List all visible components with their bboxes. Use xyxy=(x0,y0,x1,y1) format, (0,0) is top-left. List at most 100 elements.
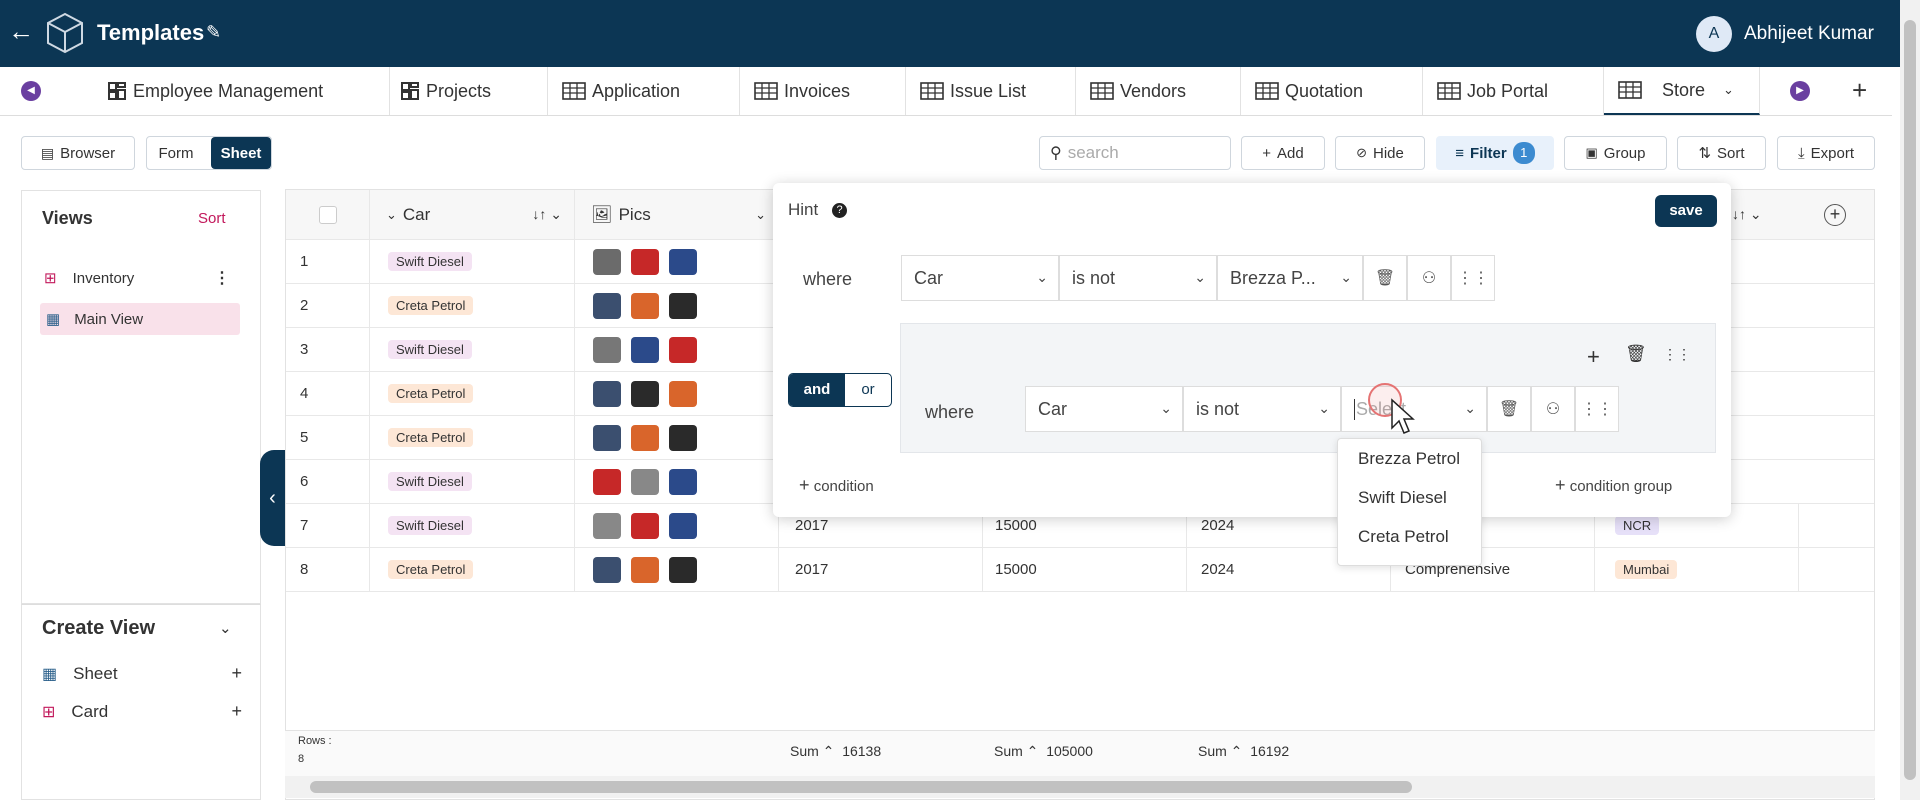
or-option[interactable]: or xyxy=(845,374,891,406)
option-brezza-petrol[interactable]: Brezza Petrol xyxy=(1338,439,1481,478)
more-vertical-icon[interactable]: ⋮ xyxy=(214,268,230,288)
car-cell[interactable]: Creta Petrol xyxy=(370,372,575,415)
plus-icon[interactable]: + xyxy=(231,663,242,684)
car-cell[interactable]: Swift Diesel xyxy=(370,240,575,283)
car-thumbnail[interactable] xyxy=(593,336,621,363)
car-thumbnail[interactable] xyxy=(669,292,697,319)
sheet-option[interactable]: Sheet xyxy=(211,137,271,169)
back-arrow-icon[interactable]: ← xyxy=(8,18,34,44)
tab-vendors[interactable]: Vendors xyxy=(1076,67,1241,115)
group-button[interactable]: ▣ Group xyxy=(1564,136,1667,170)
save-button[interactable]: save xyxy=(1655,195,1717,227)
operator-select-2[interactable]: is not ⌄ xyxy=(1183,386,1341,432)
add-tab-icon[interactable]: + xyxy=(1852,75,1867,106)
city-cell[interactable]: Mumbai xyxy=(1595,548,1799,591)
form-option[interactable]: Form xyxy=(147,145,205,162)
car-thumbnail[interactable] xyxy=(631,292,659,319)
tab-employee-management[interactable]: Employee Management xyxy=(97,67,390,115)
delete-icon[interactable]: 🗑 xyxy=(1625,344,1647,364)
tab-application[interactable]: Application xyxy=(548,67,740,115)
tabs-scroll-left-icon[interactable]: ◀ xyxy=(21,81,41,101)
pics-cell[interactable] xyxy=(575,372,779,415)
car-thumbnail[interactable] xyxy=(593,468,621,495)
car-thumbnail[interactable] xyxy=(593,248,621,275)
add-person-icon[interactable]: ⚇ xyxy=(1531,386,1575,432)
collapse-sidebar-handle[interactable]: ‹ xyxy=(260,450,285,546)
tab-store[interactable]: Store ⌄ xyxy=(1604,67,1760,115)
scrollbar-thumb[interactable] xyxy=(310,781,1412,793)
car-cell[interactable]: Swift Diesel xyxy=(370,504,575,547)
add-condition-group-button[interactable]: + condition group xyxy=(1555,475,1672,496)
and-option[interactable]: and xyxy=(789,374,845,406)
option-swift-diesel[interactable]: Swift Diesel xyxy=(1338,478,1481,517)
car-cell[interactable]: Creta Petrol xyxy=(370,284,575,327)
form-sheet-toggle[interactable]: Form Sheet xyxy=(146,136,272,170)
tabs-scroll-right-icon[interactable]: ▶ xyxy=(1790,81,1810,101)
car-thumbnail[interactable] xyxy=(669,336,697,363)
view-item-main-view[interactable]: ▦ Main View xyxy=(40,303,240,335)
drag-handle-icon[interactable]: ⋮⋮ xyxy=(1575,386,1619,432)
car-thumbnail[interactable] xyxy=(631,380,659,407)
delete-icon[interactable]: 🗑 xyxy=(1487,386,1531,432)
column-header-pics[interactable]: 🖼 Pics ⌄ xyxy=(575,190,779,239)
views-sort-link[interactable]: Sort xyxy=(198,210,226,227)
select-all-checkbox[interactable] xyxy=(286,190,370,239)
car-thumbnail[interactable] xyxy=(593,292,621,319)
tab-projects[interactable]: Projects xyxy=(390,67,548,115)
plus-icon[interactable]: + xyxy=(231,701,242,722)
option-creta-petrol[interactable]: Creta Petrol xyxy=(1338,517,1481,556)
car-cell[interactable]: Swift Diesel xyxy=(370,328,575,371)
pics-cell[interactable] xyxy=(575,504,779,547)
browser-button[interactable]: ▤ Browser xyxy=(21,136,135,170)
car-thumbnail[interactable] xyxy=(669,556,697,583)
car-thumbnail[interactable] xyxy=(593,380,621,407)
sum-cell-2[interactable]: Sum ⌃ 105000 xyxy=(994,743,1093,760)
car-thumbnail[interactable] xyxy=(631,336,659,363)
car-thumbnail[interactable] xyxy=(669,424,697,451)
car-thumbnail[interactable] xyxy=(631,424,659,451)
filter-button[interactable]: ≡ Filter 1 xyxy=(1436,136,1554,170)
sort-icon[interactable]: ↓↑ ⌄ xyxy=(532,206,562,223)
car-thumbnail[interactable] xyxy=(593,424,621,451)
view-item-inventory[interactable]: ⊞ Inventory ⋮ xyxy=(40,263,238,293)
car-cell[interactable]: Swift Diesel xyxy=(370,460,575,503)
car-thumbnail[interactable] xyxy=(669,380,697,407)
and-or-toggle[interactable]: and or xyxy=(788,373,892,407)
add-person-icon[interactable]: ⚇ xyxy=(1407,255,1451,301)
tab-job-portal[interactable]: Job Portal xyxy=(1423,67,1604,115)
car-thumbnail[interactable] xyxy=(669,468,697,495)
drag-handle-icon[interactable]: ⋮⋮ xyxy=(1451,255,1495,301)
car-thumbnail[interactable] xyxy=(593,512,621,539)
sum-cell-1[interactable]: Sum ⌃ 16138 xyxy=(790,743,881,760)
drag-handle-icon[interactable]: ⋮⋮ xyxy=(1663,346,1691,363)
column-header-car[interactable]: ⌄ Car ↓↑ ⌄ xyxy=(370,190,575,239)
car-thumbnail[interactable] xyxy=(669,512,697,539)
sum-cell-3[interactable]: Sum ⌃ 16192 xyxy=(1198,743,1289,760)
chevron-down-icon[interactable]: ⌄ xyxy=(219,619,232,637)
pics-cell[interactable] xyxy=(575,416,779,459)
car-thumbnail[interactable] xyxy=(631,512,659,539)
price-cell[interactable]: 15000 xyxy=(983,548,1187,591)
operator-select-1[interactable]: is not ⌄ xyxy=(1059,255,1217,301)
horizontal-scrollbar[interactable] xyxy=(285,776,1875,798)
export-button[interactable]: ⤓ Export xyxy=(1777,136,1875,170)
search-input[interactable]: ⚲ search xyxy=(1039,136,1231,170)
help-icon[interactable]: ? xyxy=(832,203,847,218)
add-button[interactable]: + Add xyxy=(1241,136,1325,170)
hide-button[interactable]: ⊘ Hide xyxy=(1335,136,1425,170)
create-view-sheet[interactable]: ▦ Sheet + xyxy=(42,663,242,684)
car-cell[interactable]: Creta Petrol xyxy=(370,416,575,459)
table-row[interactable]: 8 Creta Petrol 2017 15000 2024 Comprehensive M… xyxy=(286,548,1874,592)
avatar[interactable]: A xyxy=(1696,16,1732,52)
tab-quotation[interactable]: Quotation xyxy=(1241,67,1423,115)
edit-pencil-icon[interactable]: ✎ xyxy=(206,22,221,43)
add-column-icon[interactable]: + xyxy=(1796,190,1874,239)
pics-cell[interactable] xyxy=(575,328,779,371)
pics-cell[interactable] xyxy=(575,240,779,283)
chevron-down-icon[interactable]: ⌄ xyxy=(1723,82,1734,98)
year-cell[interactable]: 2017 xyxy=(779,548,983,591)
pics-cell[interactable] xyxy=(575,284,779,327)
car-thumbnail[interactable] xyxy=(669,248,697,275)
car-cell[interactable]: Creta Petrol xyxy=(370,548,575,591)
add-condition-button[interactable]: + condition xyxy=(799,475,874,496)
